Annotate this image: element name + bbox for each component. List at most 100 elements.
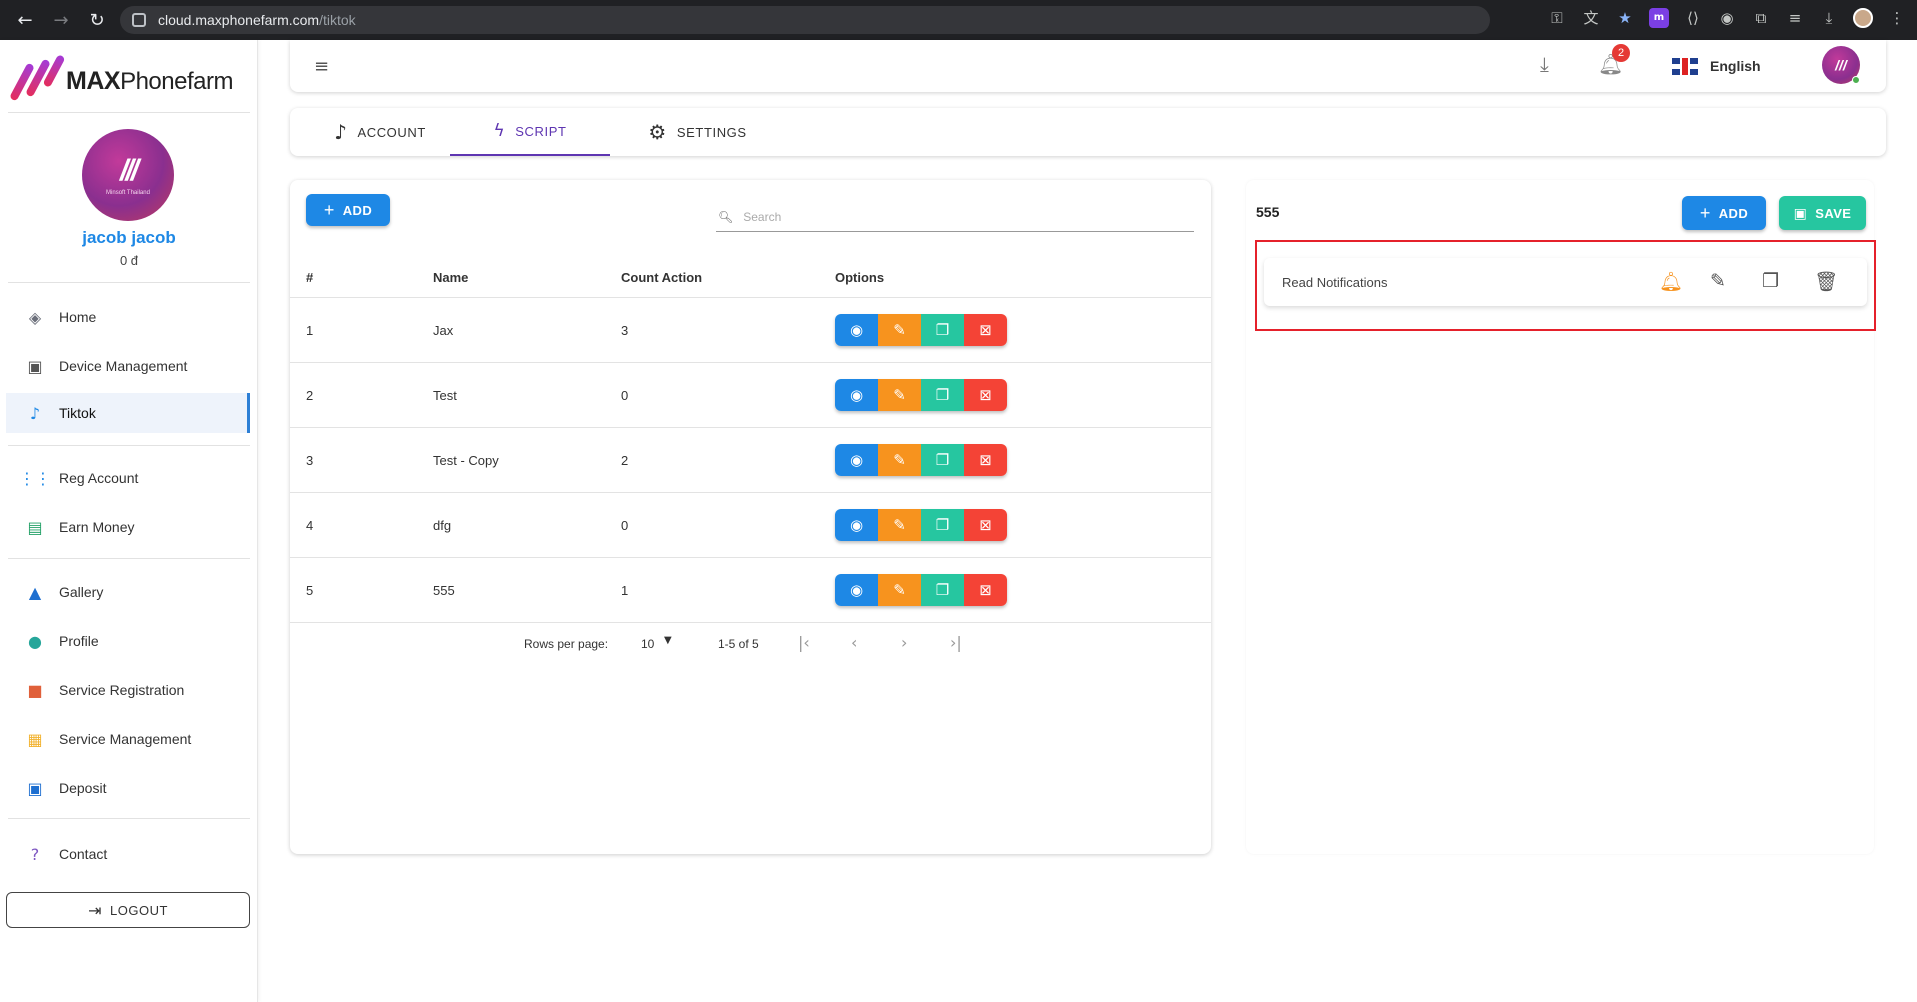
table-row[interactable]: 1 Jax 3 ◉ ✎ ❐ ⊠ bbox=[290, 298, 1211, 363]
sidebar-item-label: Service Management bbox=[59, 731, 192, 747]
table-row[interactable]: 3 Test - Copy 2 ◉ ✎ ❐ ⊠ bbox=[290, 428, 1211, 493]
tab-label: SCRIPT bbox=[515, 123, 567, 139]
service-icon: ▦ bbox=[27, 729, 43, 749]
media-icon[interactable]: ≡ bbox=[1785, 8, 1805, 28]
devtools-ext-icon[interactable]: ⟨⟩ bbox=[1683, 8, 1703, 28]
sidebar-item-service-registration[interactable]: ■ Service Registration bbox=[6, 670, 250, 710]
sidebar-item-label: Home bbox=[59, 309, 97, 325]
row-count-action: 3 bbox=[621, 322, 629, 338]
delete-icon[interactable]: ⊠ bbox=[964, 314, 1007, 346]
tab-settings[interactable]: ⚙ SETTINGS bbox=[630, 108, 765, 156]
sidebar-item-gallery[interactable]: ▲ Gallery bbox=[6, 572, 250, 612]
sidebar-item-reg-account[interactable]: ⋮⋮ Reg Account bbox=[6, 458, 250, 498]
search-icon: 🔍︎ bbox=[718, 209, 734, 224]
add-script-button[interactable]: + ADD bbox=[306, 194, 390, 226]
star-icon[interactable]: ★ bbox=[1615, 8, 1635, 28]
view-icon[interactable]: ◉ bbox=[835, 574, 878, 606]
edit-icon[interactable]: ✎ bbox=[878, 509, 921, 541]
next-page-icon[interactable]: › bbox=[901, 633, 907, 652]
key-icon[interactable]: ⚿ bbox=[1547, 8, 1567, 28]
brand-name: MAXPhonefarm bbox=[66, 66, 233, 95]
sidebar-item-profile[interactable]: ● Profile bbox=[6, 621, 250, 661]
avatar-caption: Minsoft Thailand bbox=[106, 190, 150, 196]
user-name[interactable]: jacob jacob bbox=[0, 228, 258, 248]
delete-icon[interactable]: 🗑︎ bbox=[1814, 270, 1838, 293]
sidebar-item-tiktok[interactable]: ♪ Tiktok bbox=[6, 393, 250, 433]
brand-logo[interactable]: MAXPhonefarm bbox=[8, 54, 233, 104]
top-app-bar: ≡ ⤓ 🔔︎ 2 English /// bbox=[290, 40, 1886, 92]
profile-icon[interactable] bbox=[1853, 8, 1873, 28]
notification-bell-icon: 🔔︎ bbox=[1659, 271, 1684, 293]
table-row[interactable]: 5 555 1 ◉ ✎ ❐ ⊠ bbox=[290, 558, 1211, 623]
delete-icon[interactable]: ⊠ bbox=[964, 574, 1007, 606]
delete-icon[interactable]: ⊠ bbox=[964, 509, 1007, 541]
tiktok-icon: ♪ bbox=[334, 120, 348, 144]
logout-button[interactable]: ⇥ LOGOUT bbox=[6, 892, 250, 928]
save-button[interactable]: ▣ SAVE bbox=[1779, 196, 1866, 230]
address-bar[interactable]: cloud.maxphonefarm.com /tiktok bbox=[120, 6, 1490, 34]
row-count-action: 0 bbox=[621, 387, 629, 403]
logo-mark-icon bbox=[8, 54, 66, 104]
search-input[interactable] bbox=[743, 209, 1164, 224]
view-icon[interactable]: ◉ bbox=[835, 314, 878, 346]
copy-icon[interactable]: ❐ bbox=[921, 509, 964, 541]
uk-flag-icon[interactable] bbox=[1672, 58, 1698, 75]
copy-icon[interactable]: ❐ bbox=[921, 574, 964, 606]
sidebar-item-device-management[interactable]: ▣ Device Management bbox=[6, 346, 250, 386]
view-icon[interactable]: ◉ bbox=[835, 509, 878, 541]
delete-icon[interactable]: ⊠ bbox=[964, 379, 1007, 411]
copy-icon[interactable]: ❐ bbox=[1762, 270, 1779, 292]
divider bbox=[8, 282, 250, 283]
row-options: ◉ ✎ ❐ ⊠ bbox=[835, 379, 1007, 411]
more-icon[interactable]: ⋮ bbox=[1887, 8, 1907, 28]
add-action-button[interactable]: + ADD bbox=[1682, 196, 1766, 230]
sidebar-item-service-management[interactable]: ▦ Service Management bbox=[6, 719, 250, 759]
site-info-icon[interactable] bbox=[132, 13, 146, 27]
copy-icon[interactable]: ❐ bbox=[921, 314, 964, 346]
copy-icon[interactable]: ❐ bbox=[921, 444, 964, 476]
edit-icon[interactable]: ✎ bbox=[878, 314, 921, 346]
notification-badge: 2 bbox=[1612, 44, 1630, 62]
table-row[interactable]: 2 Test 0 ◉ ✎ ❐ ⊠ bbox=[290, 363, 1211, 428]
puzzle-icon[interactable]: ⧉ bbox=[1751, 8, 1771, 28]
translate-icon[interactable]: 文 bbox=[1581, 8, 1601, 28]
rows-per-page-select[interactable]: 10 bbox=[641, 637, 654, 651]
table-row[interactable]: 4 dfg 0 ◉ ✎ ❐ ⊠ bbox=[290, 493, 1211, 558]
view-icon[interactable]: ◉ bbox=[835, 379, 878, 411]
edit-icon[interactable]: ✎ bbox=[878, 444, 921, 476]
edit-icon[interactable]: ✎ bbox=[878, 574, 921, 606]
last-page-icon[interactable]: ›| bbox=[950, 633, 962, 652]
edit-icon[interactable]: ✎ bbox=[878, 379, 921, 411]
page-range: 1-5 of 5 bbox=[718, 637, 759, 651]
widgets-icon: ■ bbox=[27, 680, 43, 700]
chevron-down-icon[interactable]: ▼ bbox=[664, 635, 672, 646]
maxphonefarm-ext-icon[interactable]: m bbox=[1649, 8, 1669, 28]
tab-account[interactable]: ♪ ACCOUNT bbox=[320, 108, 440, 156]
sidebar-item-contact[interactable]: ? Contact bbox=[6, 834, 250, 874]
first-page-icon[interactable]: |‹ bbox=[798, 633, 810, 652]
sidebar-item-earn-money[interactable]: ▤ Earn Money bbox=[6, 507, 250, 547]
language-selector[interactable]: English bbox=[1710, 58, 1761, 74]
delete-icon[interactable]: ⊠ bbox=[964, 444, 1007, 476]
view-icon[interactable]: ◉ bbox=[835, 444, 878, 476]
chat-ext-icon[interactable]: ◉ bbox=[1717, 8, 1737, 28]
download-app-icon[interactable]: ⤓ bbox=[1540, 52, 1549, 76]
previous-page-icon[interactable]: ‹ bbox=[851, 633, 857, 652]
download-icon[interactable]: ⤓ bbox=[1819, 8, 1839, 28]
menu-toggle-icon[interactable]: ≡ bbox=[314, 56, 330, 77]
forward-icon[interactable]: → bbox=[48, 10, 74, 31]
bolt-icon: ϟ bbox=[493, 121, 506, 141]
tab-label: ACCOUNT bbox=[357, 124, 426, 140]
tab-script[interactable]: ϟ SCRIPT bbox=[450, 108, 610, 156]
edit-icon[interactable]: ✎ bbox=[1710, 270, 1726, 292]
sidebar-item-home[interactable]: ◈ Home bbox=[6, 297, 250, 337]
sidebar-item-deposit[interactable]: ▣ Deposit bbox=[6, 768, 250, 808]
back-icon[interactable]: ← bbox=[12, 10, 38, 31]
reload-icon[interactable]: ↻ bbox=[84, 10, 110, 31]
avatar[interactable]: /// Minsoft Thailand bbox=[82, 129, 174, 221]
action-item[interactable]: Read Notifications 🔔︎ ✎ ❐ 🗑︎ bbox=[1264, 258, 1867, 306]
divider bbox=[8, 112, 250, 113]
layers-icon: ◈ bbox=[28, 307, 42, 327]
copy-icon[interactable]: ❐ bbox=[921, 379, 964, 411]
wallet-icon: ▣ bbox=[27, 778, 43, 798]
